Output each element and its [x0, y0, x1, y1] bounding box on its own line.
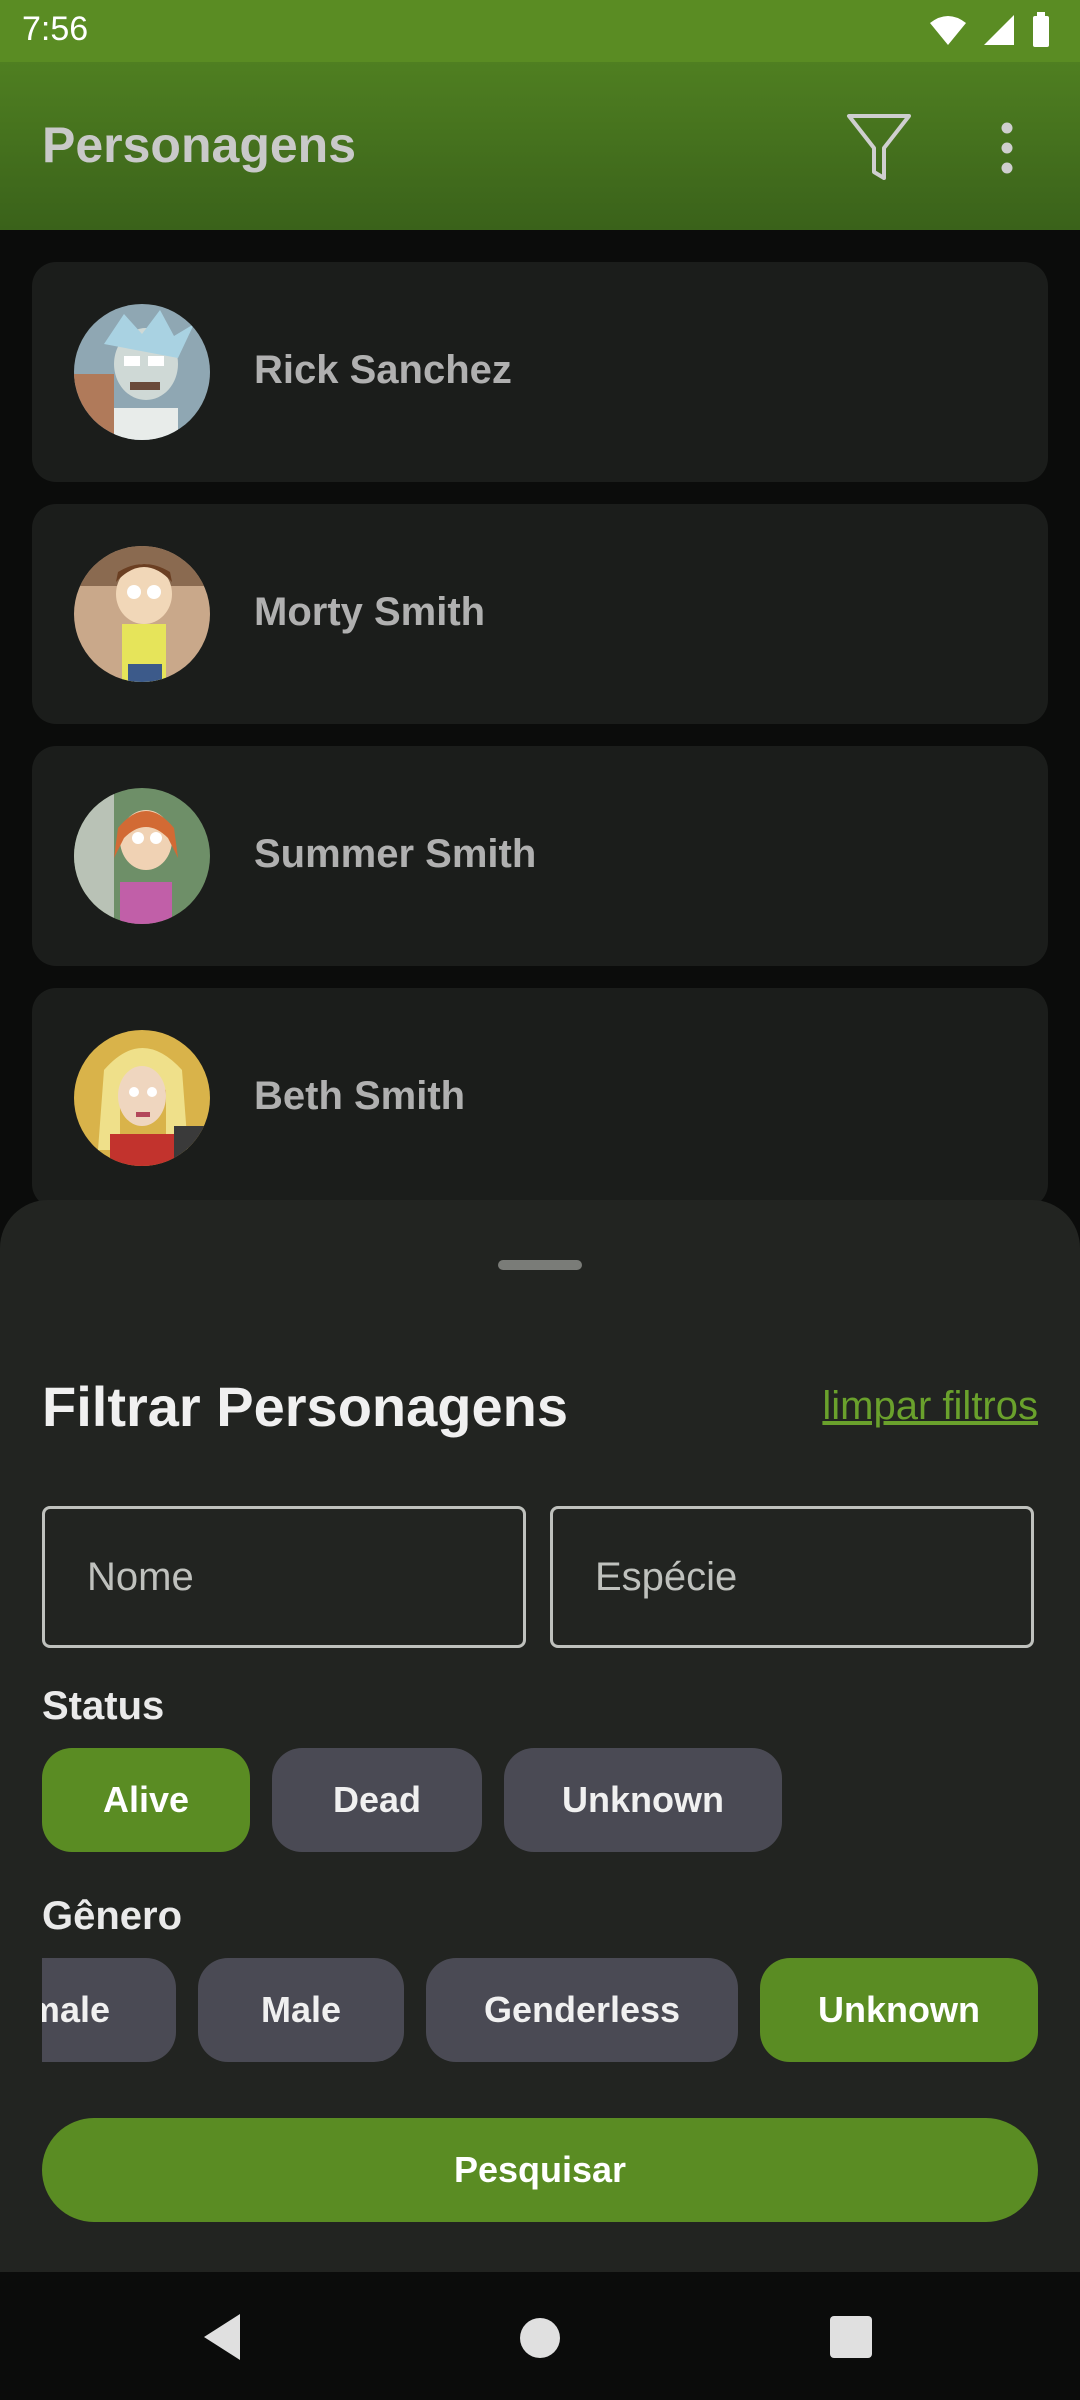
gender-chip-male[interactable]: Male [198, 1958, 404, 2062]
character-name: Rick Sanchez [254, 348, 512, 392]
filter-icon [847, 114, 911, 180]
home-icon[interactable] [520, 2318, 560, 2358]
character-name: Summer Smith [254, 832, 537, 876]
gender-chip-unknown[interactable]: Unknown [760, 1958, 1038, 2062]
avatar [74, 1030, 210, 1166]
battery-icon [1033, 12, 1049, 47]
name-input[interactable]: Nome [42, 1506, 526, 1648]
character-card[interactable]: Beth Smith [32, 988, 1048, 1208]
drag-handle[interactable] [498, 1260, 582, 1270]
signal-icon [984, 15, 1014, 45]
more-options-button[interactable] [990, 118, 1024, 178]
system-nav-bar [0, 2272, 1080, 2400]
status-chip-unknown[interactable]: Unknown [504, 1748, 782, 1852]
species-input[interactable]: Espécie [550, 1506, 1034, 1648]
page-title: Personagens [42, 117, 357, 173]
status-icons [928, 12, 1052, 48]
recents-icon[interactable] [830, 2316, 872, 2358]
character-card[interactable]: Morty Smith [32, 504, 1048, 724]
avatar [74, 788, 210, 924]
more-vert-icon [1001, 122, 1013, 174]
search-button[interactable]: Pesquisar [42, 2118, 1038, 2222]
status-chip-alive[interactable]: Alive [42, 1748, 250, 1852]
filter-title: Filtrar Personagens [42, 1375, 568, 1438]
status-chip-dead[interactable]: Dead [272, 1748, 482, 1852]
filter-button[interactable] [846, 112, 912, 184]
name-placeholder: Nome [87, 1555, 194, 1599]
filter-bottom-sheet: Filtrar Personagens limpar filtros Nome … [0, 1200, 1080, 2272]
wifi-icon [930, 16, 966, 45]
character-card[interactable]: Rick Sanchez [32, 262, 1048, 482]
app-bar: Personagens [0, 62, 1080, 230]
character-card[interactable]: Summer Smith [32, 746, 1048, 966]
character-name: Morty Smith [254, 590, 486, 634]
gender-label: Gênero [42, 1894, 183, 1938]
gender-chip-genderless[interactable]: Genderless [426, 1958, 738, 2062]
avatar [74, 304, 210, 440]
gender-chip-row[interactable]: Female Male Genderless Unknown [42, 1958, 1038, 2062]
clear-filters-link[interactable]: limpar filtros [822, 1384, 1038, 1429]
gender-chip-female[interactable]: Female [42, 1958, 176, 2062]
status-time: 7:56 [22, 10, 89, 48]
status-bar: 7:56 [0, 0, 1080, 62]
status-label: Status [42, 1684, 165, 1728]
back-icon[interactable] [200, 2312, 244, 2362]
avatar [74, 546, 210, 682]
character-name: Beth Smith [254, 1074, 466, 1118]
species-placeholder: Espécie [595, 1555, 738, 1599]
